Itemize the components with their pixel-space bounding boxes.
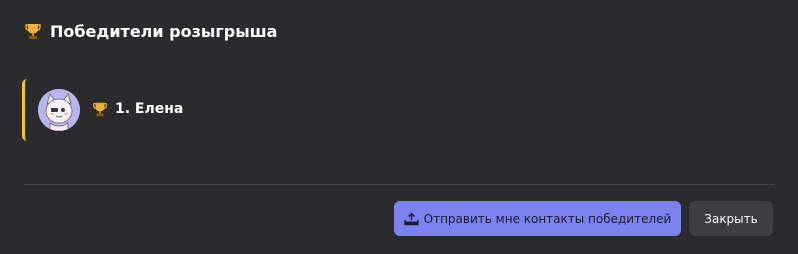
footer-divider xyxy=(24,184,774,185)
trophy-icon xyxy=(24,21,42,41)
winner-name: 1. Елена xyxy=(115,101,184,117)
send-contacts-label: Отправить мне контакты победителей xyxy=(423,211,672,226)
avatar xyxy=(38,89,80,131)
winner-list-item: 1. Елена xyxy=(22,79,322,141)
winners-dialog: Победители розыгрыша 1. Елена Отправить … xyxy=(0,0,798,254)
send-contacts-button[interactable]: Отправить мне контакты победителей xyxy=(394,201,681,236)
close-label: Закрыть xyxy=(704,211,758,226)
trophy-icon xyxy=(92,100,108,118)
dialog-title: Победители розыгрыша xyxy=(50,21,278,41)
dialog-header: Победители розыгрыша xyxy=(24,19,277,43)
winner-accent-bar xyxy=(22,79,27,141)
close-button[interactable]: Закрыть xyxy=(689,201,773,236)
winner-entry: 1. Елена xyxy=(92,100,183,118)
upload-icon xyxy=(403,212,419,226)
